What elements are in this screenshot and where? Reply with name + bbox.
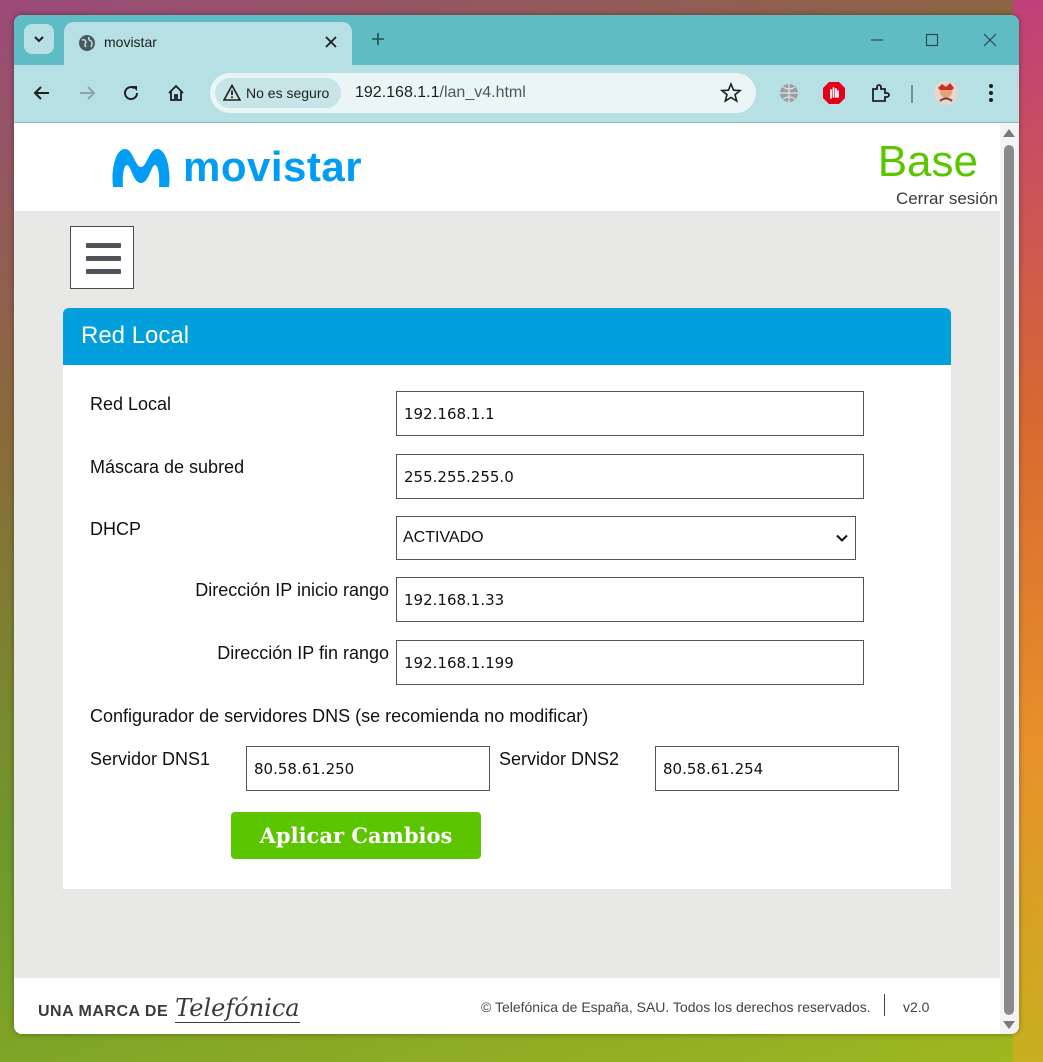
arrow-left-icon (33, 86, 49, 100)
minimize-button[interactable] (865, 29, 889, 51)
copyright-text: © Telefónica de España, SAU. Todos los d… (481, 999, 871, 1015)
reload-button[interactable] (117, 79, 145, 107)
forward-button[interactable] (73, 79, 101, 107)
home-icon (168, 84, 184, 101)
dns-note: Configurador de servidores DNS (se recom… (90, 706, 589, 726)
bookmark-star-icon[interactable] (720, 82, 742, 104)
warning-icon (223, 84, 241, 101)
plus-icon (372, 33, 384, 45)
url-text[interactable]: 192.168.1.1/lan_v4.html (355, 84, 526, 102)
page-scrollbar[interactable] (1000, 123, 1019, 1034)
browser-tab[interactable]: movistar (64, 22, 352, 65)
maximize-icon (925, 33, 939, 47)
close-icon (983, 33, 997, 47)
product-name: Base (877, 137, 978, 186)
browser-toolbar: No es seguro 192.168.1.1/lan_v4.html (14, 65, 1019, 123)
tab-close-button[interactable] (320, 31, 342, 53)
telefonica-brand: UNA MARCA DE Telefónica (38, 994, 300, 1023)
subnet-mask-input[interactable] (396, 454, 864, 499)
web-globe-icon (780, 84, 798, 102)
globe-icon (79, 35, 95, 51)
browser-menu-button[interactable] (977, 79, 1005, 107)
dhcp-select[interactable]: ACTIVADO (396, 516, 856, 560)
movistar-m-icon (112, 149, 170, 187)
home-button[interactable] (162, 79, 190, 107)
page-title: Red Local (81, 322, 190, 349)
chevron-down-icon (34, 36, 44, 43)
chevron-down-icon (836, 534, 848, 542)
ip-start-label: Dirección IP inicio rango (195, 580, 389, 600)
back-button[interactable] (28, 79, 56, 107)
version-text: v2.0 (903, 999, 930, 1015)
extension-globe-button[interactable] (775, 79, 803, 107)
extensions-button[interactable] (866, 79, 894, 107)
page-content: movistar Base Cerrar sesión Red Local Re… (14, 123, 1000, 1034)
stop-hand-icon (823, 82, 845, 104)
tab-strip: movistar (14, 15, 1019, 65)
dns1-input[interactable] (246, 746, 490, 791)
address-bar[interactable]: No es seguro 192.168.1.1/lan_v4.html (210, 73, 756, 113)
apply-changes-button[interactable]: Aplicar Cambios (231, 812, 481, 859)
dhcp-label: DHCP (90, 519, 142, 539)
minimize-icon (871, 39, 883, 41)
footer-divider (884, 994, 885, 1016)
dns2-input[interactable] (655, 746, 899, 791)
menu-button[interactable] (70, 226, 134, 289)
reload-icon (124, 86, 139, 101)
avatar (934, 81, 958, 105)
lan-settings-form: Red Local Máscara de subred DHCP ACTIVAD… (63, 365, 951, 889)
logo-text: movistar (183, 143, 363, 190)
ip-end-label: Dirección IP fin rango (217, 643, 389, 663)
kebab-menu-icon (989, 84, 993, 102)
arrow-right-icon (80, 86, 96, 100)
dns1-label: Servidor DNS1 (90, 749, 211, 769)
close-window-button[interactable] (978, 29, 1002, 51)
security-label: No es seguro (246, 85, 330, 101)
brand-prefix: UNA MARCA DE (38, 1003, 169, 1020)
scroll-thumb[interactable] (1004, 145, 1014, 1015)
ip-end-input[interactable] (396, 640, 864, 685)
red-local-input[interactable] (396, 391, 864, 436)
tab-search-button[interactable] (24, 24, 54, 54)
telefonica-logo: Telefónica (175, 994, 300, 1023)
site-footer: UNA MARCA DE Telefónica © Telefónica de … (14, 978, 1000, 1034)
url-host: 192.168.1.1 (355, 84, 440, 101)
puzzle-icon (872, 84, 890, 102)
security-chip[interactable]: No es seguro (215, 78, 341, 108)
adblock-button[interactable] (820, 79, 848, 107)
dns2-label: Servidor DNS2 (499, 749, 620, 769)
scroll-down-arrow-icon[interactable] (1003, 1021, 1015, 1029)
close-icon (325, 36, 337, 48)
toolbar-divider (911, 85, 913, 103)
tab-title: movistar (104, 34, 157, 50)
scroll-up-arrow-icon[interactable] (1003, 129, 1015, 137)
dhcp-selected-value: ACTIVADO (403, 529, 484, 546)
url-path: /lan_v4.html (439, 84, 526, 101)
card-header: Red Local (63, 308, 951, 365)
site-header: movistar Base Cerrar sesión (14, 123, 1000, 211)
logout-link[interactable]: Cerrar sesión (896, 189, 998, 209)
ip-start-input[interactable] (396, 577, 864, 622)
new-tab-button[interactable] (366, 27, 390, 51)
mask-label: Máscara de subred (90, 457, 245, 477)
red-local-label: Red Local (90, 394, 172, 414)
profile-avatar-button[interactable] (932, 79, 960, 107)
maximize-button[interactable] (920, 29, 944, 51)
browser-window: movistar No es seguro 192.168.1.1/lan_v4… (14, 15, 1019, 1034)
movistar-logo[interactable]: movistar (107, 143, 362, 191)
